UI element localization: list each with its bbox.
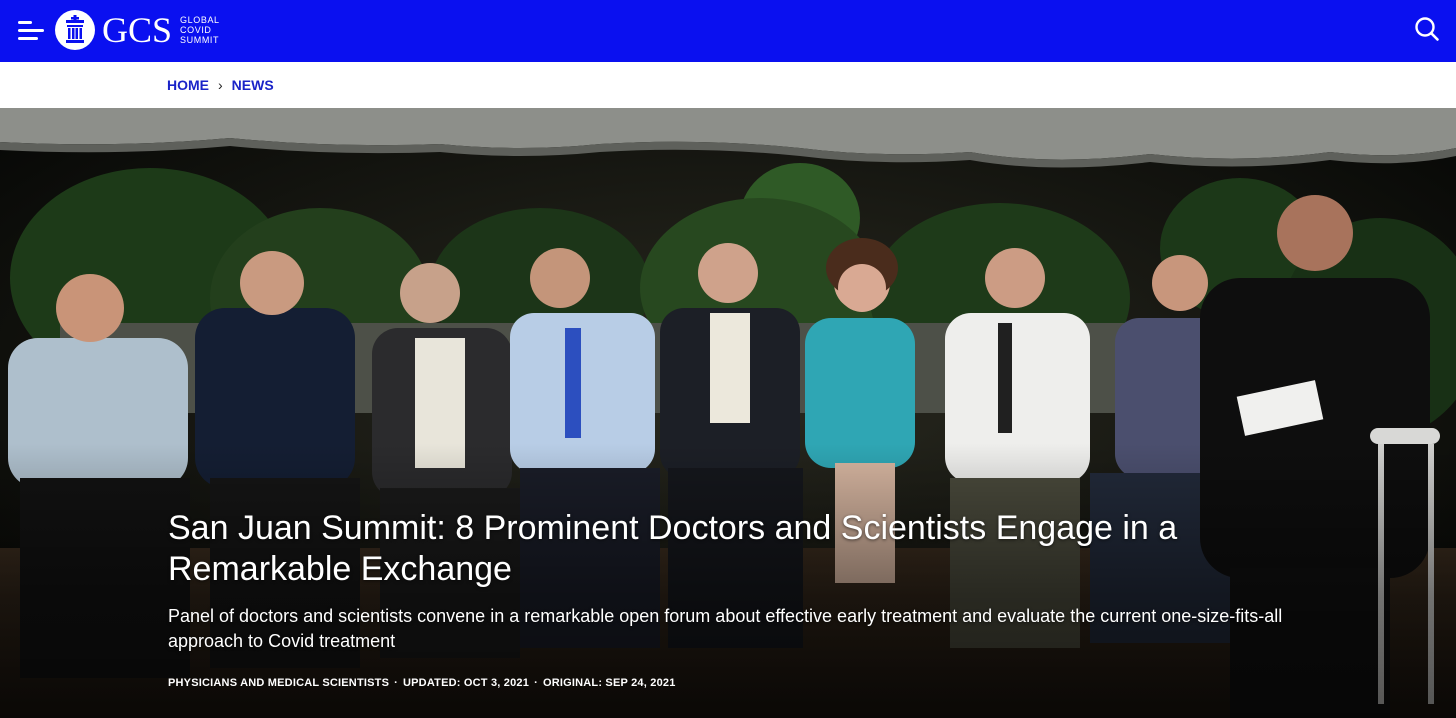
meta-separator: · xyxy=(534,677,538,689)
article-title[interactable]: San Juan Summit: 8 Prominent Doctors and… xyxy=(168,508,1288,590)
article-meta: PHYSICIANS AND MEDICAL SCIENTISTS · UPDA… xyxy=(168,677,676,689)
hero-banner[interactable]: San Juan Summit: 8 Prominent Doctors and… xyxy=(0,108,1456,718)
gcs-logo-icon xyxy=(55,10,95,50)
top-nav-bar: GCS GLOBAL COVID SUMMIT xyxy=(0,0,1456,62)
chevron-right-icon: › xyxy=(218,77,223,93)
breadcrumb-home-link[interactable]: HOME xyxy=(167,77,209,93)
logo-subtitle-line: GLOBAL xyxy=(180,15,220,25)
breadcrumb-news-link[interactable]: NEWS xyxy=(232,77,274,93)
search-icon[interactable] xyxy=(1414,16,1440,42)
breadcrumb: HOME › NEWS xyxy=(167,62,274,108)
article-category[interactable]: PHYSICIANS AND MEDICAL SCIENTISTS xyxy=(168,677,389,689)
meta-separator: · xyxy=(394,677,398,689)
site-logo[interactable]: GCS GLOBAL COVID SUMMIT xyxy=(54,8,220,52)
article-original-date: ORIGINAL: SEP 24, 2021 xyxy=(542,677,676,689)
article-subtitle: Panel of doctors and scientists convene … xyxy=(168,606,1283,651)
logo-wordmark: GCS xyxy=(102,10,173,50)
logo-subtitle: GLOBAL COVID SUMMIT xyxy=(180,15,220,45)
hamburger-menu-icon[interactable] xyxy=(18,18,46,44)
logo-subtitle-line: SUMMIT xyxy=(180,35,220,45)
article-updated-date: UPDATED: OCT 3, 2021 xyxy=(403,677,530,689)
breadcrumb-bar: HOME › NEWS xyxy=(0,62,1456,108)
logo-subtitle-line: COVID xyxy=(180,25,212,35)
